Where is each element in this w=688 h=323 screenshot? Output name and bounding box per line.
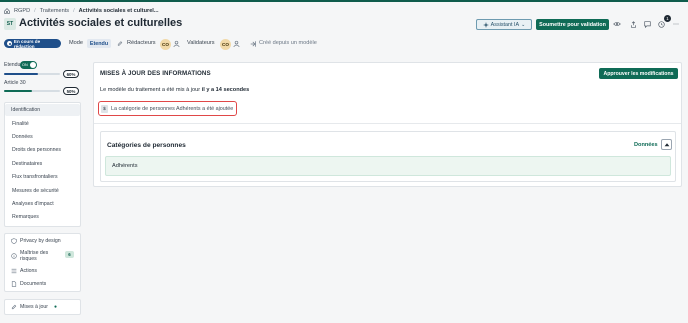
breadcrumb-separator: / — [73, 8, 75, 14]
category-item[interactable]: Adhérents — [105, 156, 671, 176]
updates-description: Le modèle du traitement a été mis à jour… — [100, 87, 249, 93]
list-icon — [11, 268, 17, 274]
editor-avatar[interactable]: CO — [160, 39, 171, 50]
etendu-percent: 60% — [63, 70, 79, 78]
approve-changes-button[interactable]: Approuver les modifications — [599, 68, 678, 79]
nav-destinataires[interactable]: Destinataires — [12, 161, 42, 167]
pencil-icon — [117, 41, 123, 46]
breadcrumb: RGPD / Traitements / Activités sociales … — [4, 8, 159, 14]
nav-droits[interactable]: Droits des personnes — [12, 147, 61, 153]
nav-mesures[interactable]: Mesures de sécurité — [12, 188, 59, 194]
template-icon — [250, 41, 256, 47]
nav-analyses[interactable]: Analyses d'impact — [12, 201, 54, 207]
edit-icon — [11, 304, 17, 310]
nav-flux[interactable]: Flux transfrontaliers — [12, 174, 58, 180]
article30-progress-fill — [4, 90, 32, 92]
collapse-button[interactable] — [661, 139, 672, 150]
risques-label: Maîtrise des risques — [20, 250, 49, 262]
nav-donnees[interactable]: Données — [12, 134, 33, 140]
more-options-icon[interactable]: ⋯ — [672, 20, 680, 28]
score-label-article30: Article 30 — [4, 80, 26, 86]
comment-icon[interactable] — [643, 20, 651, 28]
top-accent-line — [0, 0, 688, 2]
updates-nav[interactable]: Mises à jour ● — [4, 299, 81, 315]
section-divider — [94, 123, 681, 124]
risques-count-badge: 6 — [65, 251, 74, 258]
nav-finalite[interactable]: Finalité — [12, 121, 29, 127]
edit-title-icon[interactable] — [157, 21, 163, 27]
chevron-down-icon: ⌄ — [521, 21, 526, 28]
updates-panel: MISES À JOUR DES INFORMATIONS Approuver … — [93, 62, 682, 187]
nav-identification[interactable]: Identification — [5, 104, 80, 116]
chevron-up-icon — [664, 143, 669, 147]
updates-indicator-icon: ● — [53, 304, 57, 310]
info-icon — [11, 253, 17, 259]
nav-maitrise-risques[interactable]: Maîtrise des risques — [11, 250, 50, 262]
toggle-knob — [30, 62, 36, 68]
history-icon[interactable] — [657, 20, 665, 28]
breadcrumb-separator: / — [34, 8, 36, 14]
mode-label: Mode — [69, 40, 83, 46]
nav-privacy-by-design[interactable]: Privacy by design — [11, 238, 61, 244]
ai-assistant-label: Assistant IA — [490, 21, 520, 28]
status-badge[interactable]: En cours de rédaction — [4, 38, 61, 49]
tools-nav: Privacy by design Maîtrise des risques 6… — [4, 233, 81, 292]
breadcrumb-traitements[interactable]: Traitements — [40, 8, 69, 14]
nav-mises-a-jour[interactable]: Mises à jour ● — [11, 304, 57, 310]
nav-remarques[interactable]: Remarques — [12, 214, 39, 220]
change-item[interactable]: $ La catégorie de personnes Adhérents a … — [98, 101, 237, 116]
privacy-label: Privacy by design — [20, 238, 61, 244]
document-icon — [11, 281, 17, 287]
validators-label: Validateurs — [187, 40, 215, 46]
shield-icon — [11, 238, 17, 244]
updates-title: MISES À JOUR DES INFORMATIONS — [100, 70, 211, 77]
nav-actions[interactable]: Actions — [11, 268, 37, 274]
actions-label: Actions — [20, 268, 38, 274]
sparkle-icon — [482, 21, 489, 28]
etendu-progress-fill — [4, 73, 38, 75]
toggle-label: ON — [22, 63, 28, 67]
change-text: La catégorie de personnes Adhérents a ét… — [111, 105, 234, 112]
eye-icon[interactable] — [613, 20, 621, 28]
add-validator-icon[interactable] — [233, 40, 240, 48]
change-type-icon: $ — [101, 104, 108, 113]
etendu-progress-bar — [4, 73, 60, 75]
score-label-etendu: Etendu — [4, 62, 21, 68]
add-editor-icon[interactable] — [173, 40, 180, 48]
updates-text-time: il y a 14 secondes — [201, 87, 250, 93]
nav-documents[interactable]: Documents — [11, 281, 46, 287]
notification-count-badge: 1 — [664, 15, 671, 22]
donnees-link[interactable]: Données — [634, 142, 658, 148]
breadcrumb-rgpd[interactable]: RGPD — [14, 8, 30, 14]
mode-selector[interactable]: Etendu — [87, 39, 111, 48]
treatment-badge: ST — [4, 18, 16, 30]
validator-avatar[interactable]: CO — [220, 39, 231, 50]
updates-text-prefix: Le modèle du traitement a été mis à jour — [100, 87, 201, 93]
editors-label: Rédacteurs — [127, 40, 156, 46]
breadcrumb-current: Activités sociales et culturel... — [78, 8, 159, 14]
status-label: En cours de rédaction — [13, 38, 41, 49]
submit-validation-button[interactable]: Soumettre pour validation — [536, 19, 609, 30]
article30-percent: 50% — [63, 87, 79, 95]
categories-card: Catégories de personnes Données Adhérent… — [100, 131, 676, 182]
etendu-toggle[interactable]: ON — [20, 61, 37, 69]
ai-assistant-button[interactable]: Assistant IA ⌄ — [476, 19, 532, 30]
updates-label: Mises à jour — [20, 304, 48, 310]
status-icon — [7, 41, 12, 46]
sections-nav: Identification Finalité Données Droits d… — [4, 102, 81, 227]
categories-title: Catégories de personnes — [107, 142, 186, 149]
article30-progress-bar — [4, 90, 60, 92]
export-icon[interactable] — [629, 20, 637, 28]
documents-label: Documents — [20, 281, 47, 287]
home-icon[interactable] — [4, 8, 10, 14]
created-from-template[interactable]: Créé depuis un modèle — [259, 40, 317, 46]
